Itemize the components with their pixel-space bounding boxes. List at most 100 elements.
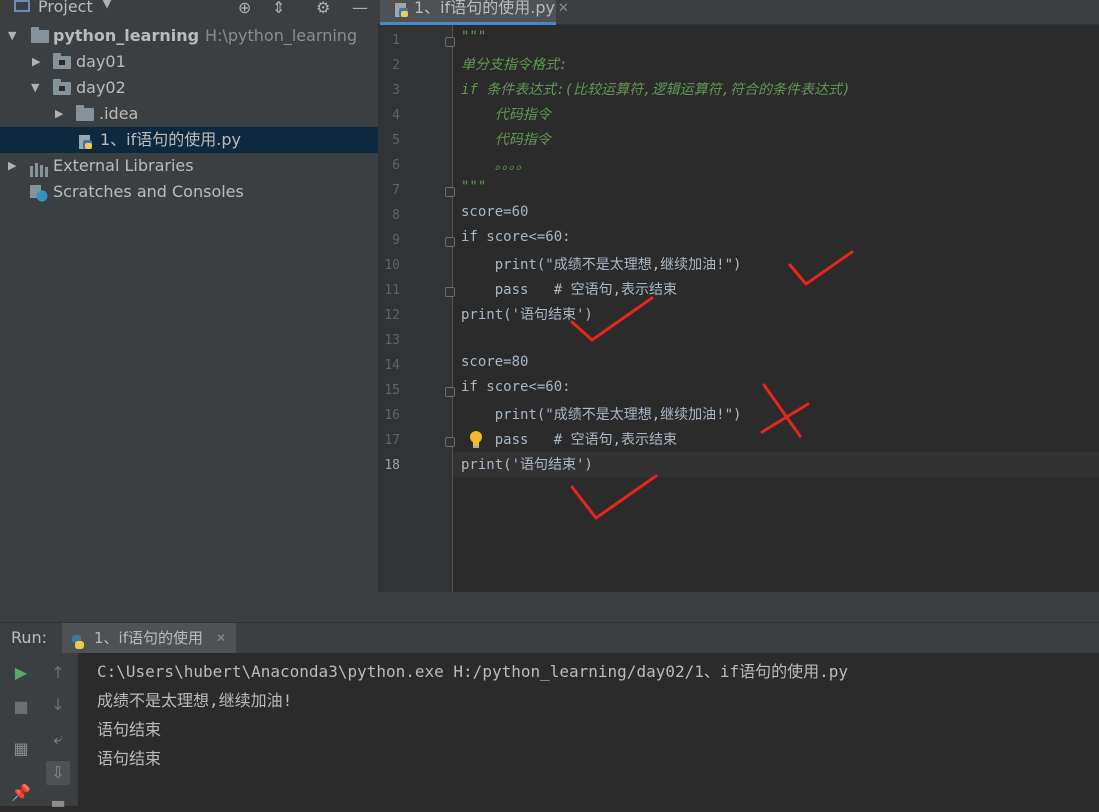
tree-item-external-libraries[interactable]: ▶ External Libraries	[0, 153, 378, 179]
soft-wrap-icon[interactable]: ⤶	[48, 729, 68, 749]
code-line: pass # 空语句,表示结束	[461, 432, 678, 448]
line-number: 14	[384, 358, 400, 373]
tree-item-label: 1、if语句的使用.py	[100, 130, 241, 149]
tree-item-day02[interactable]: ▼ day02	[0, 75, 378, 101]
code-line: print('语句结束')	[461, 307, 593, 323]
arrow-up-icon[interactable]: ↑	[48, 663, 68, 682]
editor-tab[interactable]: 1、if语句的使用.py ✕	[380, 0, 569, 25]
code-line: if score<=60:	[461, 229, 571, 245]
editor-tab-label: 1、if语句的使用.py	[414, 0, 555, 17]
line-number: 4	[392, 108, 400, 123]
line-number: 6	[392, 158, 400, 173]
scratches-icon	[30, 184, 48, 202]
tree-item-label: External Libraries	[53, 156, 194, 175]
arrow-down-icon[interactable]: ↓	[48, 695, 68, 714]
run-tab-label: 1、if语句的使用	[94, 629, 203, 647]
run-toolbar: ▶ ■ ▦ 📌 ↑ ↓ ⤶ ⇩ ▬	[0, 653, 78, 812]
expanded-arrow-icon[interactable]: ▼	[8, 23, 16, 49]
close-icon[interactable]: ✕	[558, 0, 569, 19]
lightbulb-icon[interactable]	[469, 431, 483, 453]
code-line: if 条件表达式:(比较运算符,逻辑运算符,符合的条件表达式)	[461, 82, 851, 98]
console-line: 语句结束	[97, 749, 162, 768]
tree-item-if-file[interactable]: 1、if语句的使用.py	[0, 127, 378, 153]
code-line: 单分支指令格式:	[461, 57, 568, 73]
console-line: 语句结束	[97, 720, 162, 739]
run-tab-bar: Run: 1、if语句的使用 ✕	[0, 622, 1099, 653]
pin-icon[interactable]: 📌	[11, 783, 31, 802]
fold-marker-icon[interactable]	[445, 237, 455, 247]
code-line: 代码指令	[461, 107, 551, 123]
code-line: """	[461, 179, 487, 195]
python-file-icon	[78, 132, 93, 149]
line-number: 18	[384, 458, 400, 473]
hide-icon[interactable]: —	[352, 0, 368, 17]
tree-item-scratches[interactable]: Scratches and Consoles	[0, 179, 378, 205]
fold-marker-icon[interactable]	[445, 187, 455, 197]
line-number: 16	[384, 408, 400, 423]
close-icon[interactable]: ✕	[216, 623, 226, 653]
tree-item-day01[interactable]: ▶ day01	[0, 49, 378, 75]
folder-icon	[53, 79, 71, 95]
python-file-icon	[394, 2, 409, 23]
code-line: print("成绩不是太理想,继续加油!")	[461, 257, 742, 273]
tree-item-label: day02	[76, 78, 126, 97]
line-number: 5	[392, 133, 400, 148]
line-number: 8	[392, 208, 400, 223]
line-number: 12	[384, 308, 400, 323]
print-icon[interactable]: ▬	[48, 793, 68, 812]
line-number: 9	[392, 233, 400, 248]
tree-item-path: H:\python_learning	[205, 26, 358, 45]
code-line: print("成绩不是太理想,继续加油!")	[461, 407, 742, 423]
stop-icon[interactable]: ■	[11, 697, 31, 716]
code-line: 代码指令	[461, 132, 551, 148]
code-line: if score<=60:	[461, 379, 571, 395]
collapsed-arrow-icon[interactable]: ▶	[55, 101, 63, 127]
line-number: 10	[384, 258, 400, 273]
line-number: 2	[392, 58, 400, 73]
tree-item-idea[interactable]: ▶ .idea	[0, 101, 378, 127]
tree-item-label: Scratches and Consoles	[53, 182, 244, 201]
library-icon	[30, 159, 48, 177]
folder-icon	[76, 105, 94, 121]
run-icon[interactable]: ▶	[11, 663, 31, 682]
line-number: 3	[392, 83, 400, 98]
code-line: pass # 空语句,表示结束	[461, 282, 678, 298]
tree-item-label: .idea	[99, 104, 139, 123]
fold-marker-icon[interactable]	[445, 387, 455, 397]
code-line: 。。。。	[461, 157, 530, 173]
run-console[interactable]: C:\Users\hubert\Anaconda3\python.exe H:/…	[78, 653, 1099, 806]
line-number: 13	[384, 333, 400, 348]
line-number: 11	[384, 283, 400, 298]
project-panel: Project ▼ ⊕ ⇕ ⚙ — ▼ python_learning H:\py…	[0, 0, 378, 622]
line-number: 1	[392, 33, 400, 48]
tree-item-python-learning[interactable]: ▼ python_learning H:\python_learning	[0, 23, 378, 49]
console-line: 成绩不是太理想,继续加油!	[97, 691, 293, 710]
line-number: 7	[392, 183, 400, 198]
collapsed-arrow-icon[interactable]: ▶	[8, 153, 16, 179]
code-line: """	[461, 29, 487, 45]
line-number: 15	[384, 383, 400, 398]
editor-tab-bar: 1、if语句的使用.py ✕	[378, 0, 1099, 25]
chevron-down-icon[interactable]: ▼	[102, 0, 112, 11]
gear-icon[interactable]: ⚙	[316, 0, 330, 17]
fold-marker-icon[interactable]	[445, 437, 455, 447]
expanded-arrow-icon[interactable]: ▼	[31, 75, 39, 101]
collapsed-arrow-icon[interactable]: ▶	[32, 49, 40, 75]
project-panel-title[interactable]: Project	[38, 0, 93, 16]
locate-icon[interactable]: ⊕	[238, 0, 251, 17]
code-editor[interactable]: 1 2 3 4 5 6 7 8 9 10 11 12 13 14 15 16 1…	[378, 25, 1099, 592]
fold-marker-icon[interactable]	[445, 37, 455, 47]
fold-marker-icon[interactable]	[445, 287, 455, 297]
project-panel-header: Project ▼ ⊕ ⇕ ⚙ —	[0, 0, 378, 18]
scroll-to-end-icon[interactable]: ⇩	[46, 761, 70, 785]
gutter-divider	[452, 25, 453, 592]
run-tab[interactable]: 1、if语句的使用 ✕	[62, 623, 236, 653]
folder-icon	[53, 53, 71, 69]
project-view-icon	[14, 0, 30, 12]
editor-footer	[378, 592, 1099, 622]
layout-icon[interactable]: ▦	[11, 739, 31, 758]
tree-item-label: python_learning	[53, 26, 200, 45]
tree-item-label: day01	[76, 52, 126, 71]
code-line: score=60	[461, 204, 529, 220]
collapse-all-icon[interactable]: ⇕	[272, 0, 285, 17]
